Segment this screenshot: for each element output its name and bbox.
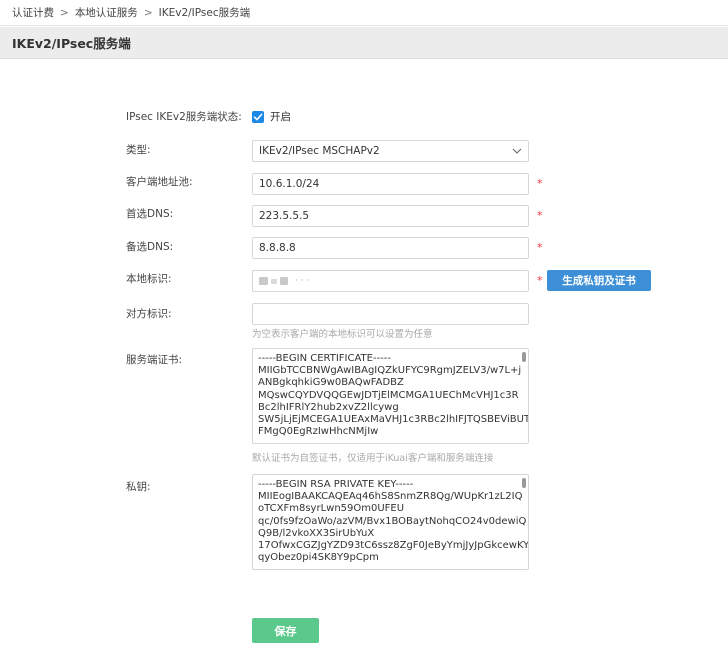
key-line: qc/0fs9fzOaWo/azVM/Bvx1BOBaytNohqCO24v0d… xyxy=(258,515,527,527)
cert-textarea[interactable]: -----BEGIN CERTIFICATE----- MIIGbTCCBNWg… xyxy=(252,348,529,444)
required-mark: * xyxy=(537,274,543,287)
dns1-input-value: 223.5.5.5 xyxy=(259,210,310,222)
required-mark: * xyxy=(537,177,543,190)
dns2-input-value: 8.8.8.8 xyxy=(259,242,296,254)
key-line: -----BEGIN RSA PRIVATE KEY----- xyxy=(258,479,414,490)
local-id-tail: · · · xyxy=(295,276,310,286)
cert-line: MQswCQYDVQQGEwJDTjElMCMGA1UEChMcVHJ1c3R xyxy=(258,389,519,401)
local-id-input[interactable]: · · · xyxy=(252,270,529,292)
ipsec-form: IPsec IKEv2服务端状态: 开启 类型: IKEv2/IPsec MSC… xyxy=(0,0,728,670)
required-mark: * xyxy=(537,209,543,222)
cert-line: Bc2lhIFRlY2hub2xvZ2llcywg xyxy=(258,401,399,413)
key-line: oTCXFm8syrLwn59Om0UFEU xyxy=(258,503,405,515)
cert-line: SW5jLjEjMCEGA1UEAxMaVHJ1c3RBc2lhIFJTQSBE… xyxy=(258,414,529,426)
status-check-label: 开启 xyxy=(270,111,291,123)
dns2-input[interactable]: 8.8.8.8 xyxy=(252,237,529,259)
required-mark: * xyxy=(537,241,543,254)
check-icon xyxy=(253,113,263,121)
pool-input[interactable]: 10.6.1.0/24 xyxy=(252,173,529,195)
cert-line: ANBgkqhkiG9w0BAQwFADBZ xyxy=(258,377,404,389)
cert-hint: 默认证书为自签证书，仅适用于iKuai客户端和服务端连接 xyxy=(252,453,494,464)
generate-key-cert-button[interactable]: 生成私钥及证书 xyxy=(547,270,651,291)
key-textarea[interactable]: -----BEGIN RSA PRIVATE KEY----- MIIEogIB… xyxy=(252,474,529,570)
remote-id-input[interactable] xyxy=(252,303,529,325)
dns1-label: 首选DNS: xyxy=(126,208,174,220)
pool-input-value: 10.6.1.0/24 xyxy=(259,178,320,190)
pool-label: 客户端地址池: xyxy=(126,176,193,188)
redacted-text xyxy=(280,277,288,285)
key-scrollbar-thumb[interactable] xyxy=(522,478,526,488)
cert-line: -----BEGIN CERTIFICATE----- xyxy=(258,353,392,364)
cert-label: 服务端证书: xyxy=(126,354,183,366)
cert-scrollbar[interactable] xyxy=(522,352,526,440)
cert-line: MIIGbTCCBNWgAwIBAgIQZkUFYC9RgmJZELV3/w7L… xyxy=(258,365,522,377)
chevron-down-icon xyxy=(512,148,522,154)
redacted-text xyxy=(259,277,268,285)
key-label: 私钥: xyxy=(126,481,151,493)
redacted-text xyxy=(271,278,277,284)
type-select-value: IKEv2/IPsec MSCHAPv2 xyxy=(259,145,380,157)
remote-id-hint: 为空表示客户端的本地标识可以设置为任意 xyxy=(252,329,433,340)
key-line: MIIEogIBAAKCAQEAq46hS8SnmZR8Qg/WUpKr1zL2… xyxy=(258,491,523,503)
status-checkbox[interactable] xyxy=(252,111,264,123)
local-id-label: 本地标识: xyxy=(126,273,172,285)
key-scrollbar[interactable] xyxy=(522,478,526,566)
dns1-input[interactable]: 223.5.5.5 xyxy=(252,205,529,227)
dns2-label: 备选DNS: xyxy=(126,241,174,253)
cert-line: FMgQ0EgRzIwHhcNMjIw xyxy=(258,426,379,438)
key-line: Q9B/l2vkoXX3SirUbYuX xyxy=(258,527,375,539)
cert-scrollbar-thumb[interactable] xyxy=(522,352,526,362)
remote-id-label: 对方标识: xyxy=(126,308,172,320)
key-line: 17OfwxCGZJgYZD93tC6ssz8ZgF0JeByYmjJyJpGk… xyxy=(258,540,529,552)
key-line: qyObez0pi4SK8Y9pCpm xyxy=(258,552,379,564)
type-select[interactable]: IKEv2/IPsec MSCHAPv2 xyxy=(252,140,529,162)
save-button[interactable]: 保存 xyxy=(252,618,319,643)
status-label: IPsec IKEv2服务端状态: xyxy=(126,111,242,123)
type-label: 类型: xyxy=(126,144,151,156)
